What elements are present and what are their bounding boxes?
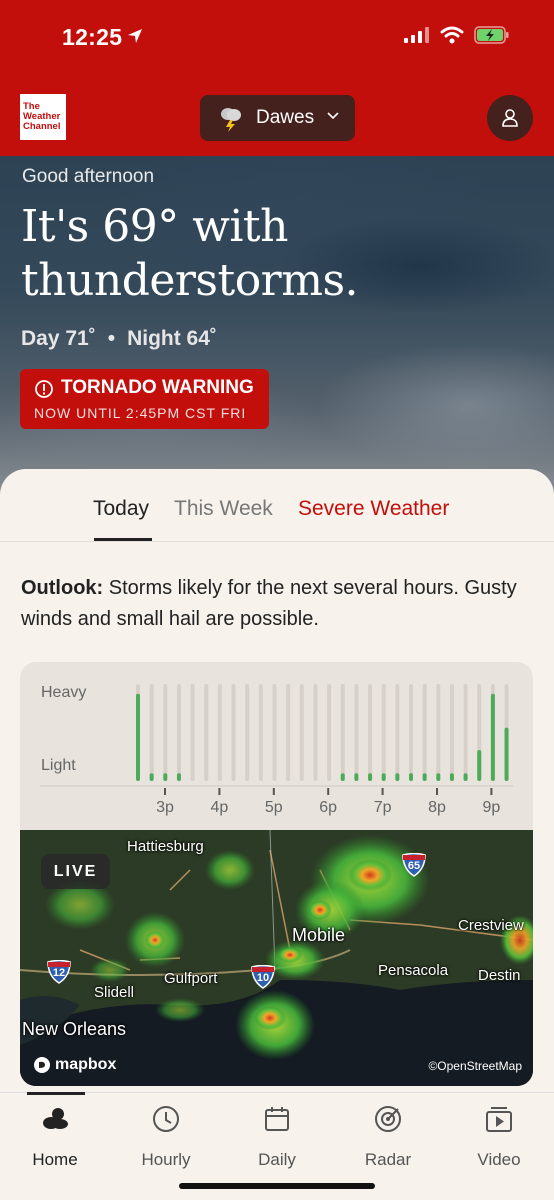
chart-bar-track (436, 684, 441, 781)
chart-bar-track (272, 684, 277, 781)
x-tick-mark (381, 788, 384, 795)
chart-bar-track (176, 684, 181, 781)
chart-bar-track (217, 684, 222, 781)
chart-bar-track (190, 684, 195, 781)
calendar-icon (265, 1107, 289, 1131)
chart-bar-track (381, 684, 386, 781)
x-tick-label: 6p (319, 799, 338, 816)
chart-bar-track (368, 684, 373, 781)
osm-attribution[interactable]: ©OpenStreetMap (428, 1059, 522, 1073)
nav-home-label: Home (32, 1150, 78, 1169)
chart-bar (381, 773, 386, 781)
chart-bar (136, 693, 140, 781)
interstate-10-shield: 10 (250, 964, 276, 994)
nav-video-label: Video (477, 1150, 521, 1169)
x-tick-label: 5p (264, 799, 283, 816)
chart-bar (490, 693, 495, 781)
chart-bar-track (286, 684, 291, 781)
map-label-pensacola: Pensacola (378, 962, 449, 979)
x-tick-label: 4p (210, 799, 229, 816)
chart-bar (395, 773, 400, 781)
chart-bar-track (313, 684, 318, 781)
chart-bar (176, 773, 181, 781)
chart-bar-track (422, 684, 427, 781)
x-tick-label: 8p (428, 799, 446, 816)
video-icon (486, 1107, 512, 1132)
x-tick-mark (327, 788, 330, 795)
chart-bar-track (409, 684, 413, 781)
interstate-12-shield: 12 (46, 959, 72, 989)
chart-bar (422, 773, 427, 781)
mapbox-logo-icon (34, 1057, 50, 1073)
chart-bar-track (299, 684, 304, 781)
chart-bar-track (231, 684, 236, 781)
x-tick-mark (272, 788, 275, 795)
chart-bar (436, 773, 441, 781)
active-nav-indicator (27, 1092, 85, 1095)
chart-bar (149, 773, 154, 781)
map-label-hattiesburg: Hattiesburg (127, 838, 204, 855)
map-label-new-orleans: New Orleans (22, 1019, 127, 1039)
clock-icon (153, 1106, 179, 1132)
chart-bar (340, 773, 345, 781)
chart-bar-track (463, 684, 468, 781)
x-tick-mark (436, 788, 438, 795)
chart-bar-track (163, 684, 168, 781)
map-label-gulfport: Gulfport (164, 970, 218, 987)
mapbox-attribution[interactable]: mapbox (33, 1056, 116, 1074)
chart-bar (409, 773, 413, 781)
chart-bar-track (340, 684, 345, 781)
nav-daily-label: Daily (258, 1150, 296, 1169)
chart-bar (449, 773, 454, 781)
nav-radar-label: Radar (364, 1150, 412, 1169)
interstate-65-shield: 65 (401, 852, 427, 882)
chart-bar-track (245, 684, 250, 781)
chart-bar-track (204, 684, 209, 781)
map-label-crestview: Crestview (458, 917, 524, 934)
cloud-icon (43, 1108, 68, 1129)
precipitation-bars (40, 684, 513, 795)
x-tick-label: 9p (482, 799, 501, 816)
x-tick-mark (490, 788, 493, 795)
chart-bar (368, 773, 373, 781)
nav-hourly-label: Hourly (141, 1150, 191, 1169)
chart-bar-track (327, 684, 332, 781)
x-tick-label: 3p (156, 799, 174, 816)
chart-bar-track (258, 684, 263, 781)
x-tick-label: 7p (373, 799, 392, 816)
chart-bar (463, 773, 468, 781)
radar-icon (375, 1106, 401, 1132)
home-indicator (179, 1183, 375, 1189)
chart-bar-track (395, 684, 400, 781)
chart-bar-track (149, 684, 154, 781)
chart-bar (477, 749, 482, 781)
map-label-slidell: Slidell (94, 984, 135, 1001)
interstate-65-label: 65 (407, 860, 421, 872)
chart-bar-track (449, 684, 454, 781)
chart-bar (163, 773, 168, 781)
chart-bar (354, 773, 359, 781)
chart-bar (504, 727, 509, 781)
interstate-10-label: 10 (256, 972, 270, 984)
live-badge: LIVE (41, 854, 110, 889)
map-label-destin: Destin (478, 967, 521, 984)
interstate-12-label: 12 (52, 967, 66, 979)
x-tick-mark (164, 788, 166, 795)
chart-bar-track (354, 684, 359, 781)
mapbox-text: mapbox (55, 1056, 117, 1073)
x-tick-mark (218, 788, 221, 795)
map-label-mobile: Mobile (292, 925, 346, 945)
